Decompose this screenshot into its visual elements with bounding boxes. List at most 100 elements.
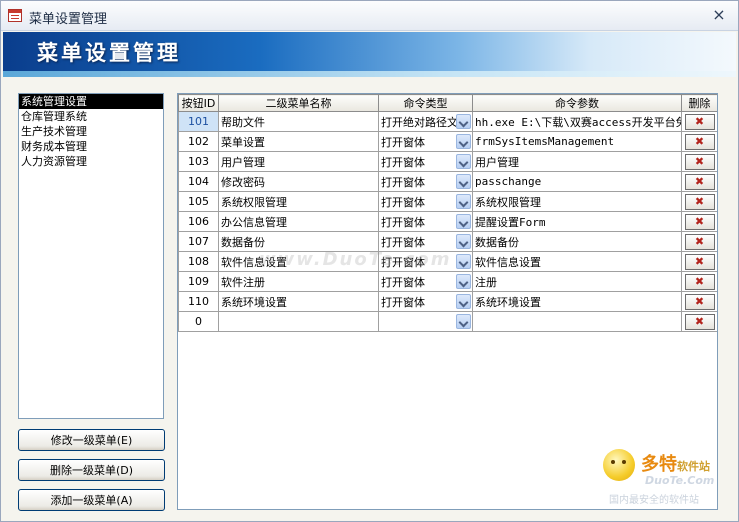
cell-menu-name[interactable]: 软件注册 <box>218 271 379 292</box>
cell-command-type[interactable]: 打开窗体 <box>378 291 473 312</box>
cell-menu-name[interactable]: 系统权限管理 <box>218 191 379 212</box>
logo-cn: 多特软件站 <box>641 454 710 475</box>
cell-command-type[interactable]: 打开窗体 <box>378 251 473 272</box>
command-type-value: 打开窗体 <box>381 295 425 309</box>
delete-row-button[interactable] <box>684 153 715 170</box>
delete-menu-button[interactable]: 删除一级菜单(D) <box>18 459 165 481</box>
menu-list-item[interactable]: 生产技术管理 <box>19 124 163 139</box>
chevron-down-icon[interactable] <box>456 314 471 329</box>
command-type-value: 打开绝对路径文 <box>381 115 458 129</box>
delete-row-button[interactable] <box>684 253 715 270</box>
chevron-down-icon[interactable] <box>456 194 471 209</box>
menu-list-item[interactable]: 财务成本管理 <box>19 139 163 154</box>
cell-command-param[interactable]: 用户管理 <box>472 151 682 172</box>
cell-delete <box>681 111 717 132</box>
cell-command-type[interactable]: 打开窗体 <box>378 131 473 152</box>
first-level-menu-list[interactable]: 系统管理设置 仓库管理系统 生产技术管理 财务成本管理 人力资源管理 <box>18 93 164 419</box>
cell-menu-name[interactable]: 帮助文件 <box>218 111 379 132</box>
delete-row-button[interactable] <box>684 233 715 250</box>
cell-command-type[interactable]: 打开窗体 <box>378 211 473 232</box>
form-icon <box>8 9 22 22</box>
col-header-type: 命令类型 <box>378 94 473 112</box>
menu-list-item[interactable]: 人力资源管理 <box>19 154 163 169</box>
logo-slogan: 国内最安全的软件站 <box>609 495 699 506</box>
cell-button-id[interactable]: 101 <box>178 111 219 132</box>
delete-row-button[interactable] <box>684 273 715 290</box>
cell-command-param[interactable]: 系统权限管理 <box>472 191 682 212</box>
cell-button-id[interactable]: 104 <box>178 171 219 192</box>
cell-button-id[interactable]: 108 <box>178 251 219 272</box>
cell-delete <box>681 191 717 212</box>
chevron-down-icon[interactable] <box>456 114 471 129</box>
chevron-down-icon[interactable] <box>456 274 471 289</box>
delete-row-button[interactable] <box>684 313 715 330</box>
cell-menu-name[interactable] <box>218 311 379 332</box>
command-type-value: 打开窗体 <box>381 195 425 209</box>
cell-command-type[interactable]: 打开窗体 <box>378 231 473 252</box>
command-type-value: 打开窗体 <box>381 135 425 149</box>
delete-row-button[interactable] <box>684 113 715 130</box>
chevron-down-icon[interactable] <box>456 254 471 269</box>
cell-button-id[interactable]: 105 <box>178 191 219 212</box>
cell-button-id[interactable]: 0 <box>178 311 219 332</box>
cell-command-type[interactable] <box>378 311 473 332</box>
cell-command-type[interactable]: 打开窗体 <box>378 171 473 192</box>
command-type-value: 打开窗体 <box>381 155 425 169</box>
menu-list-item[interactable]: 系统管理设置 <box>19 94 163 109</box>
menu-list-item[interactable]: 仓库管理系统 <box>19 109 163 124</box>
cell-command-param[interactable]: 系统环境设置 <box>472 291 682 312</box>
modify-menu-button[interactable]: 修改一级菜单(E) <box>18 429 165 451</box>
cell-delete <box>681 251 717 272</box>
cell-command-param[interactable]: 提醒设置Form <box>472 211 682 232</box>
cell-menu-name[interactable]: 用户管理 <box>218 151 379 172</box>
cell-menu-name[interactable]: 数据备份 <box>218 231 379 252</box>
cell-button-id[interactable]: 110 <box>178 291 219 312</box>
table-row: 107 数据备份 打开窗体 数据备份 <box>178 231 717 252</box>
command-type-value: 打开窗体 <box>381 235 425 249</box>
cell-menu-name[interactable]: 办公信息管理 <box>218 211 379 232</box>
cell-command-param[interactable]: 软件信息设置 <box>472 251 682 272</box>
col-header-name: 二级菜单名称 <box>218 94 379 112</box>
table-row: 110 系统环境设置 打开窗体 系统环境设置 <box>178 291 717 312</box>
header-banner: 菜单设置管理 <box>3 32 736 77</box>
delete-row-button[interactable] <box>684 133 715 150</box>
cell-command-param[interactable]: 数据备份 <box>472 231 682 252</box>
cell-menu-name[interactable]: 修改密码 <box>218 171 379 192</box>
table-row: 108 软件信息设置 打开窗体 软件信息设置 <box>178 251 717 272</box>
delete-row-button[interactable] <box>684 173 715 190</box>
chevron-down-icon[interactable] <box>456 294 471 309</box>
cell-button-id[interactable]: 107 <box>178 231 219 252</box>
cell-command-type[interactable]: 打开绝对路径文 <box>378 111 473 132</box>
delete-row-button[interactable] <box>684 213 715 230</box>
cell-command-param[interactable]: hh.exe E:\下载\双赛access开发平台免 <box>472 111 682 132</box>
cell-command-param[interactable]: 注册 <box>472 271 682 292</box>
cell-delete <box>681 211 717 232</box>
command-type-value: 打开窗体 <box>381 215 425 229</box>
cell-menu-name[interactable]: 系统环境设置 <box>218 291 379 312</box>
cell-button-id[interactable]: 106 <box>178 211 219 232</box>
banner-title: 菜单设置管理 <box>37 40 181 65</box>
cell-command-type[interactable]: 打开窗体 <box>378 271 473 292</box>
cell-menu-name[interactable]: 菜单设置 <box>218 131 379 152</box>
cell-command-param[interactable]: passchange <box>472 171 682 192</box>
cell-button-id[interactable]: 109 <box>178 271 219 292</box>
cell-command-type[interactable]: 打开窗体 <box>378 191 473 212</box>
chevron-down-icon[interactable] <box>456 234 471 249</box>
close-button[interactable]: × <box>710 6 728 24</box>
cell-button-id[interactable]: 102 <box>178 131 219 152</box>
delete-row-button[interactable] <box>684 193 715 210</box>
cell-delete <box>681 231 717 252</box>
cell-menu-name[interactable]: 软件信息设置 <box>218 251 379 272</box>
window: 菜单设置管理 × 菜单设置管理 系统管理设置 仓库管理系统 生产技术管理 财务成本管理… <box>0 0 739 522</box>
cell-command-param[interactable] <box>472 311 682 332</box>
delete-row-button[interactable] <box>684 293 715 310</box>
chevron-down-icon[interactable] <box>456 154 471 169</box>
add-menu-button[interactable]: 添加一级菜单(A) <box>18 489 165 511</box>
chevron-down-icon[interactable] <box>456 134 471 149</box>
chevron-down-icon[interactable] <box>456 174 471 189</box>
cell-button-id[interactable]: 103 <box>178 151 219 172</box>
chevron-down-icon[interactable] <box>456 214 471 229</box>
cell-command-param[interactable]: frmSysItemsManagement <box>472 131 682 152</box>
logo-en: DuoTe.Com <box>645 474 715 487</box>
cell-command-type[interactable]: 打开窗体 <box>378 151 473 172</box>
